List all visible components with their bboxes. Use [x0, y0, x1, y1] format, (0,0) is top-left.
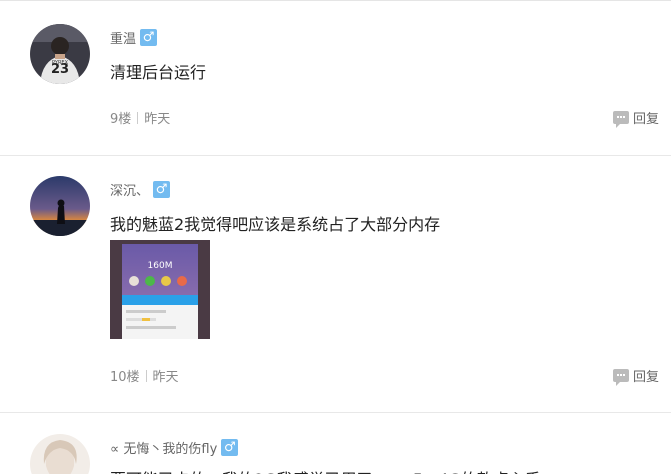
username[interactable]: ∝ 无悔丶我的伤fly ♂ — [110, 438, 239, 457]
comment-post: ∝ 无悔丶我的伤fly ♂ 要可能已卡的，我的2G我感觉已用了...mx5...… — [0, 0, 671, 474]
comment-text: 要可能已卡的，我的2G我感觉已用了...mx5...4G的款点心手 — [110, 466, 541, 474]
male-icon: ♂ — [221, 439, 239, 456]
username-label[interactable]: ∝ 无悔丶我的伤fly — [110, 438, 217, 457]
avatar[interactable] — [30, 434, 90, 474]
